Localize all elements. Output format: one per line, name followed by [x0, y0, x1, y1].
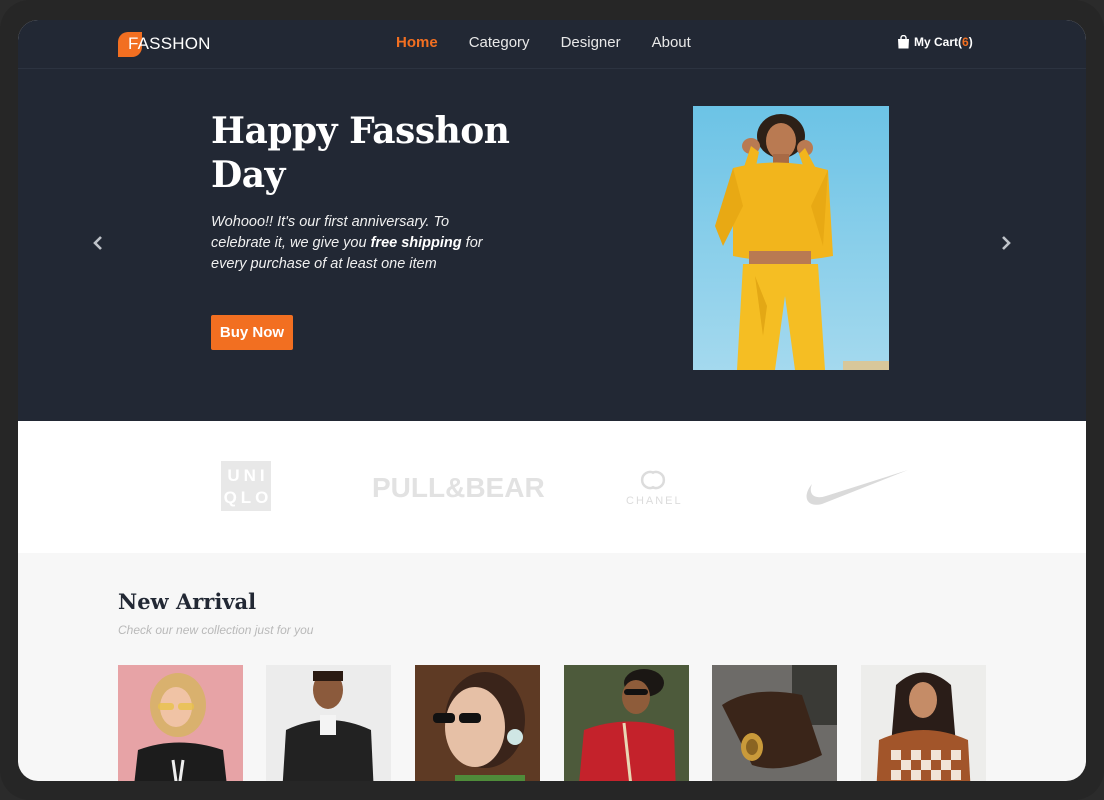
cart-label: My Cart	[914, 35, 959, 49]
chanel-cc-icon	[640, 470, 666, 490]
product-card-6[interactable]	[861, 665, 986, 781]
product-card-1[interactable]	[118, 665, 243, 781]
nav-item-about[interactable]: About	[652, 34, 691, 51]
chanel-logo-text: CHANEL	[626, 495, 683, 507]
browser-viewport: FASSHON Home Category Designer About My …	[18, 20, 1086, 781]
uniqlo-logo[interactable]: UNI QLO	[221, 461, 271, 511]
cart-count-badge: 6	[962, 35, 969, 49]
product-card-3[interactable]	[415, 665, 540, 781]
product-card-2[interactable]	[266, 665, 391, 781]
hero-title: Happy Fasshon Day	[211, 110, 510, 196]
brand-logos-strip: UNI QLO PULL&BEAR CHANEL	[18, 421, 1086, 553]
brand-logo[interactable]: FASSHON	[118, 30, 218, 58]
chanel-logo[interactable]: CHANEL	[624, 467, 684, 509]
chevron-left-icon[interactable]	[90, 234, 106, 252]
uniqlo-logo-line-1: UNI	[227, 466, 269, 485]
main-menu: Home Category Designer About	[396, 34, 691, 51]
product-card-5[interactable]	[712, 665, 837, 781]
shopping-bag-icon	[898, 35, 909, 49]
nav-item-category[interactable]: Category	[469, 34, 530, 51]
nike-swoosh-icon	[806, 470, 908, 505]
hero-text-highlight: free shipping	[370, 235, 462, 251]
nike-logo[interactable]	[800, 466, 910, 508]
hero-description: Wohooo!! It's our first anniversary. To …	[211, 212, 491, 275]
hero-model-photo	[693, 106, 889, 370]
top-navigation: FASSHON Home Category Designer About My …	[18, 20, 1086, 69]
pullbear-logo[interactable]: PULL&BEAR	[372, 472, 545, 504]
cart-button[interactable]: My Cart(6)	[897, 35, 973, 49]
nav-item-designer[interactable]: Designer	[561, 34, 621, 51]
buy-now-button[interactable]: Buy Now	[211, 315, 293, 350]
logo-text: FASSHON	[128, 34, 211, 53]
nav-item-home[interactable]: Home	[396, 34, 438, 51]
device-frame: FASSHON Home Category Designer About My …	[0, 0, 1104, 800]
new-arrival-subtitle: Check our new collection just for you	[118, 623, 314, 637]
uniqlo-logo-line-2: QLO	[223, 488, 273, 507]
chevron-right-icon[interactable]	[998, 234, 1014, 252]
new-arrival-heading: New Arrival	[118, 589, 257, 614]
product-card-4[interactable]	[564, 665, 689, 781]
hero-banner: Happy Fasshon Day Wohooo!! It's our firs…	[18, 69, 1086, 421]
cart-close-paren: )	[968, 35, 973, 49]
